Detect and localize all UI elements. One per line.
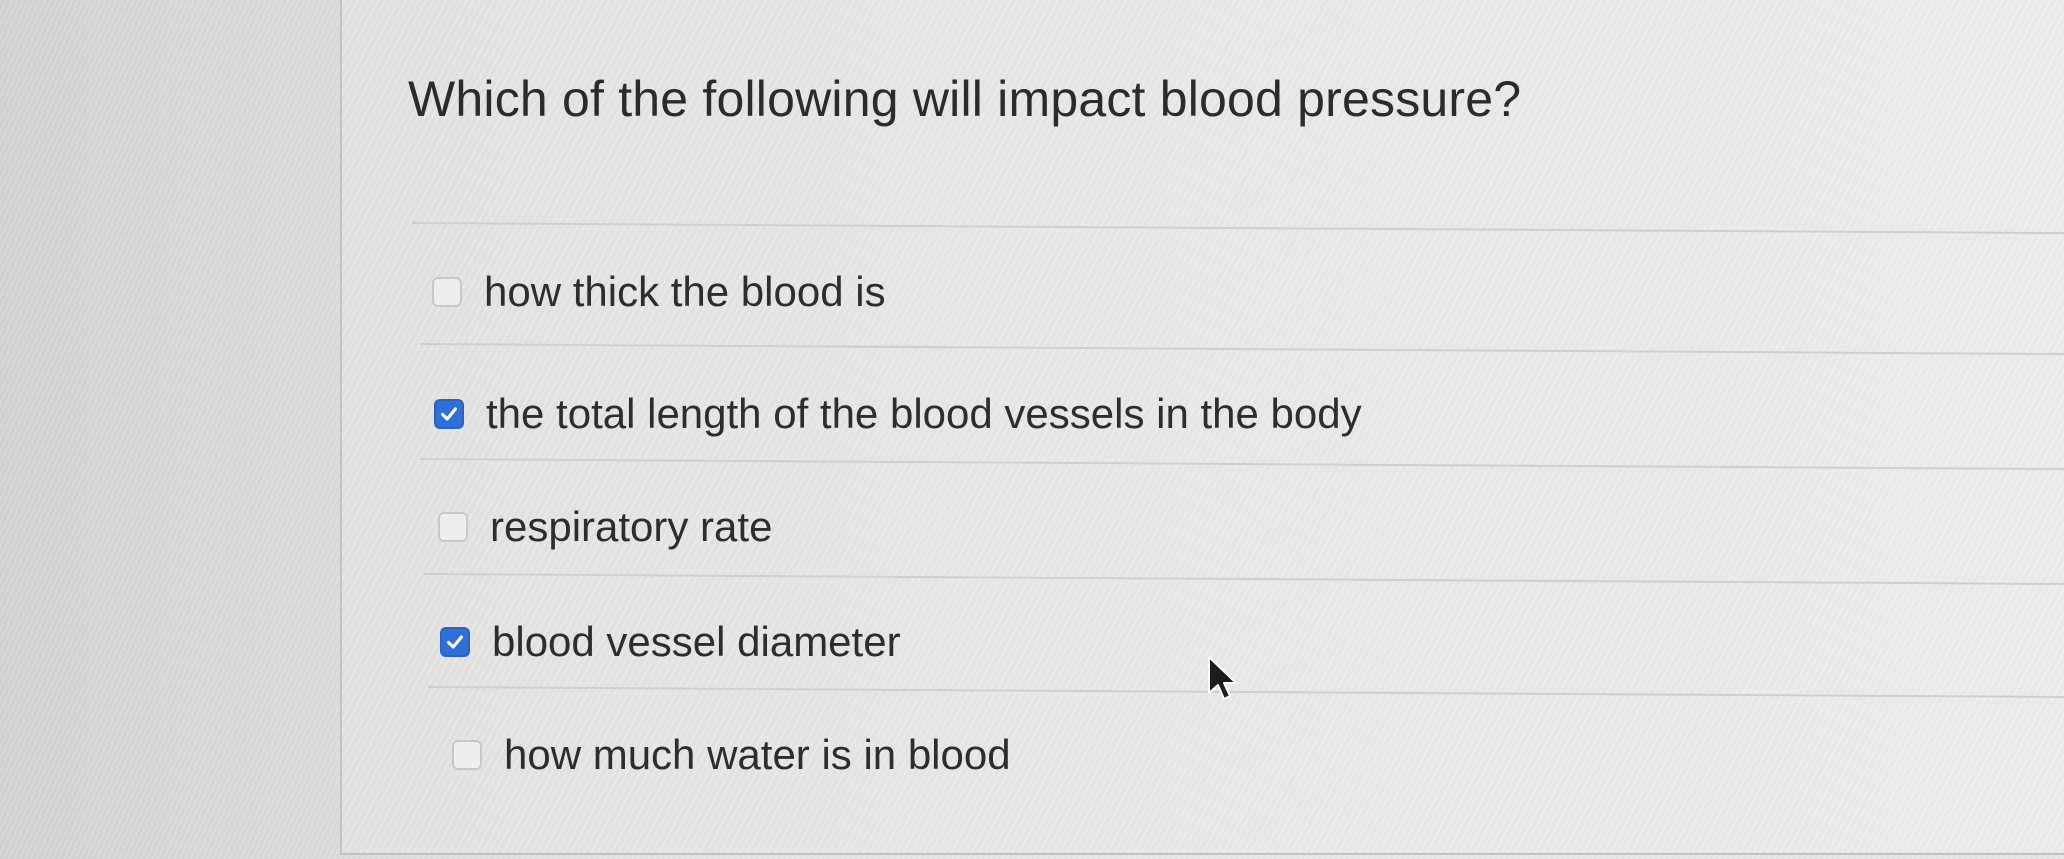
answer-label: the total length of the blood vessels in… <box>486 390 1362 437</box>
checkbox-checked[interactable] <box>434 399 464 429</box>
checkbox-unchecked[interactable] <box>452 740 482 770</box>
checkbox-unchecked[interactable] <box>438 512 468 542</box>
answer-label: how thick the blood is <box>484 268 886 315</box>
answer-option-4[interactable]: blood vessel diameter <box>440 618 901 666</box>
answer-label: respiratory rate <box>490 503 773 550</box>
checkmark-icon <box>441 407 457 421</box>
checkmark-icon <box>447 635 463 649</box>
mouse-cursor-icon <box>1208 656 1237 700</box>
checkbox-unchecked[interactable] <box>432 277 462 307</box>
question-title: Which of the following will impact blood… <box>408 71 1522 127</box>
answer-option-3[interactable]: respiratory rate <box>438 503 772 551</box>
answer-option-2[interactable]: the total length of the blood vessels in… <box>434 390 1362 438</box>
answer-label: blood vessel diameter <box>492 618 901 665</box>
answer-option-1[interactable]: how thick the blood is <box>432 268 886 316</box>
checkbox-checked[interactable] <box>440 627 470 657</box>
answer-label: how much water is in blood <box>504 731 1011 778</box>
answer-option-5[interactable]: how much water is in blood <box>452 731 1011 779</box>
